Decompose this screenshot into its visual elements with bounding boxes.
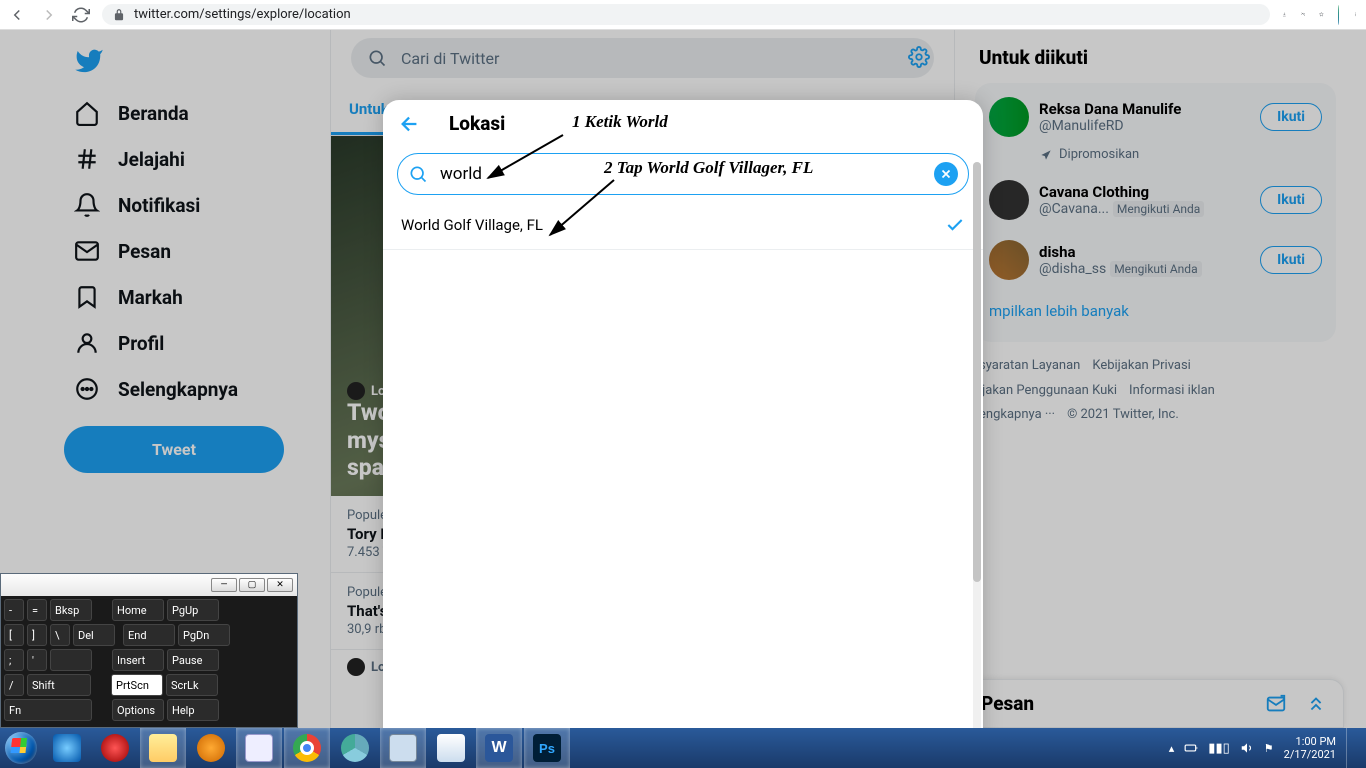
checkmark-icon — [945, 215, 965, 235]
osk-title-bar[interactable]: — ▢ ✕ — [1, 574, 297, 596]
back-arrow-icon[interactable] — [399, 113, 421, 135]
address-bar[interactable]: twitter.com/settings/explore/location — [102, 4, 1270, 25]
location-modal: Lokasi World Golf Village, FL — [383, 100, 983, 750]
taskbar-chromium-icon[interactable] — [332, 728, 378, 768]
onscreen-keyboard-window[interactable]: — ▢ ✕ -=BkspHomePgUp []\DelEndPgDn ;'Ins… — [0, 573, 298, 728]
scrollbar[interactable] — [973, 162, 981, 742]
browser-toolbar: twitter.com/settings/explore/location — [0, 0, 1366, 30]
location-result-item[interactable]: World Golf Village, FL — [383, 201, 983, 250]
taskbar-chrome-icon[interactable] — [284, 728, 330, 768]
clear-search-button[interactable] — [934, 162, 958, 186]
show-desktop-button[interactable] — [1346, 728, 1358, 768]
taskbar-photoshop-icon[interactable]: Ps — [524, 728, 570, 768]
download-icon[interactable] — [1282, 12, 1287, 17]
taskbar-word-icon[interactable]: W — [476, 728, 522, 768]
lock-icon — [112, 8, 126, 22]
maximize-icon[interactable]: ▢ — [239, 578, 265, 592]
wifi-icon[interactable]: ▮▮▯ — [1208, 741, 1229, 756]
forward-icon[interactable] — [40, 6, 58, 24]
taskbar[interactable]: W Ps ▴ ▮▮▯ ⚑ 1:00 PM2/17/2021 — [0, 728, 1366, 768]
taskbar-ie-icon[interactable] — [44, 728, 90, 768]
osk-keys: -=BkspHomePgUp []\DelEndPgDn ;'InsertPau… — [1, 596, 297, 727]
start-button[interactable] — [0, 728, 42, 768]
annotation-1: 1 Ketik World — [572, 112, 668, 132]
tray-arrow-icon[interactable]: ▴ — [1169, 742, 1175, 755]
system-tray[interactable]: ▴ ▮▮▯ ⚑ 1:00 PM2/17/2021 — [1169, 728, 1366, 768]
minimize-icon[interactable]: — — [211, 578, 237, 592]
reload-icon[interactable] — [72, 6, 90, 24]
annotation-2: 2 Tap World Golf Villager, FL — [604, 158, 813, 178]
windows-logo-icon — [5, 732, 37, 764]
profile-avatar-icon[interactable] — [1338, 5, 1339, 25]
close-icon[interactable]: ✕ — [267, 578, 293, 592]
volume-icon[interactable] — [1240, 741, 1254, 755]
result-label: World Golf Village, FL — [401, 216, 543, 234]
url-text: twitter.com/settings/explore/location — [134, 7, 351, 22]
incognito-icon[interactable] — [1301, 12, 1306, 17]
battery-icon[interactable] — [1184, 741, 1198, 755]
taskbar-wordpad-icon[interactable] — [428, 728, 474, 768]
clock[interactable]: 1:00 PM2/17/2021 — [1284, 735, 1336, 761]
taskbar-opera-icon[interactable] — [92, 728, 138, 768]
taskbar-osk-icon[interactable] — [380, 728, 426, 768]
search-icon — [408, 164, 428, 184]
taskbar-notepad-icon[interactable] — [236, 728, 282, 768]
kebab-menu-icon[interactable] — [1353, 12, 1358, 17]
taskbar-explorer-icon[interactable] — [140, 728, 186, 768]
flag-icon[interactable]: ⚑ — [1264, 742, 1274, 755]
taskbar-media-icon[interactable] — [188, 728, 234, 768]
arrow-icon — [542, 175, 622, 245]
star-icon[interactable] — [1319, 12, 1324, 17]
back-icon[interactable] — [8, 6, 26, 24]
